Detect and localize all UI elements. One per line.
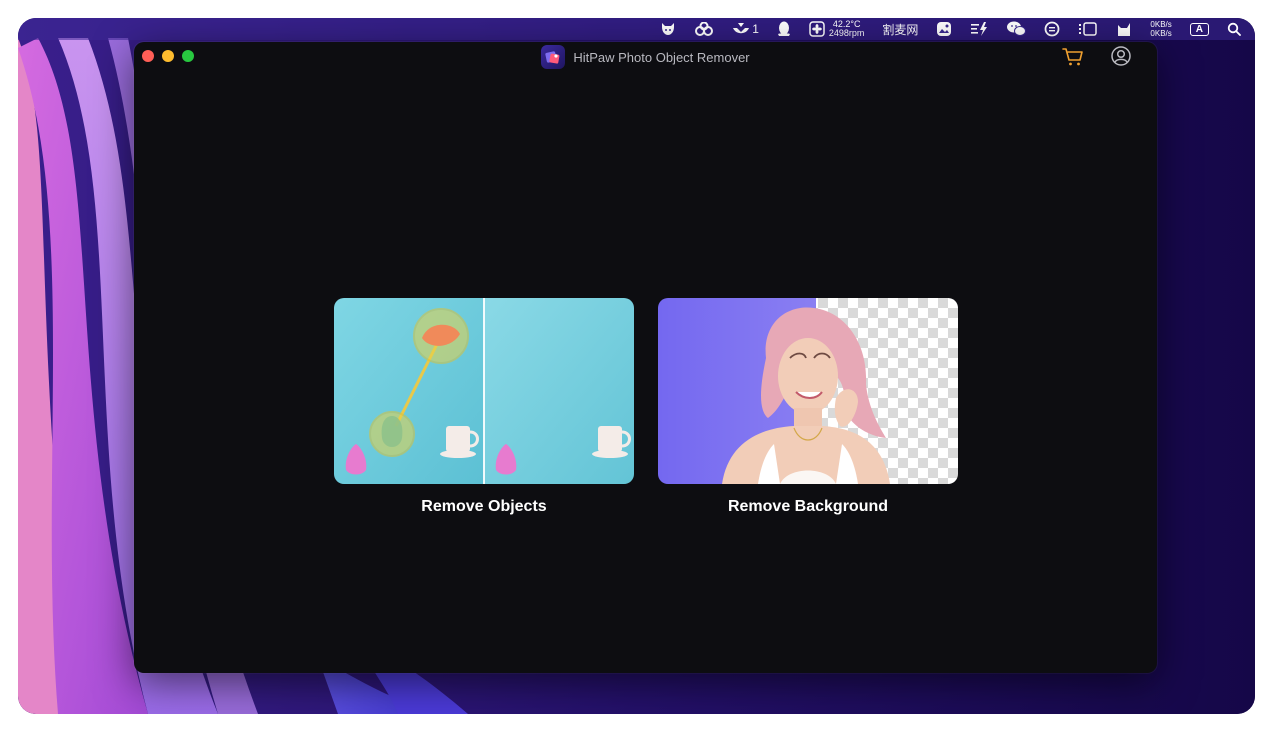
- sidebar-list-icon[interactable]: [1078, 18, 1098, 40]
- network-upload-speed: 0KB/s: [1150, 20, 1172, 29]
- desktop-screen: 1 42.2°C 2498rpm 割麦网 0KB/s 0KB/s A HitPa…: [18, 18, 1255, 714]
- shopping-cart-icon[interactable]: [1062, 47, 1084, 72]
- spotlight-search-icon[interactable]: [1227, 18, 1241, 40]
- fan-icon: [809, 21, 825, 37]
- cow-app-icon[interactable]: [660, 18, 676, 40]
- user-account-icon[interactable]: [1110, 45, 1132, 72]
- remove-background-card[interactable]: [658, 298, 958, 484]
- qq-icon[interactable]: [777, 18, 791, 40]
- menu-bar: 1 42.2°C 2498rpm 割麦网 0KB/s 0KB/s A: [18, 18, 1255, 40]
- remove-background-label[interactable]: Remove Background: [658, 498, 958, 516]
- network-download-speed: 0KB/s: [1150, 29, 1172, 38]
- remove-objects-label[interactable]: Remove Objects: [334, 498, 634, 516]
- input-source-indicator[interactable]: A: [1189, 18, 1209, 40]
- remove-objects-preview-image: [334, 298, 634, 484]
- cat-icon[interactable]: [1116, 18, 1132, 40]
- window-titlebar: HitPaw Photo Object Remover: [134, 42, 1157, 74]
- window-title: HitPaw Photo Object Remover: [573, 49, 750, 65]
- circles-app-icon[interactable]: [694, 18, 714, 40]
- input-source-label: A: [1189, 22, 1209, 36]
- fan-speed: 2498rpm: [828, 28, 865, 38]
- photo-app-icon[interactable]: [936, 18, 952, 40]
- chinese-app-label[interactable]: 割麦网: [882, 18, 918, 40]
- hitpaw-logo-icon: [541, 45, 566, 69]
- remove-background-preview-image: [658, 298, 958, 484]
- tray-badge-count: 1: [752, 22, 759, 36]
- app-window: HitPaw Photo Object Remover Remove Objec…: [134, 42, 1157, 673]
- remove-objects-card[interactable]: [334, 298, 634, 484]
- system-stats-item[interactable]: 42.2°C 2498rpm: [809, 18, 865, 40]
- chat-bubble-icon[interactable]: [1044, 18, 1060, 40]
- wechat-icon[interactable]: [1006, 18, 1027, 40]
- network-speed[interactable]: 0KB/s 0KB/s: [1150, 18, 1171, 40]
- tray-icon: [733, 23, 750, 34]
- power-list-icon[interactable]: [970, 18, 988, 40]
- tray-badge-item[interactable]: 1: [732, 18, 759, 40]
